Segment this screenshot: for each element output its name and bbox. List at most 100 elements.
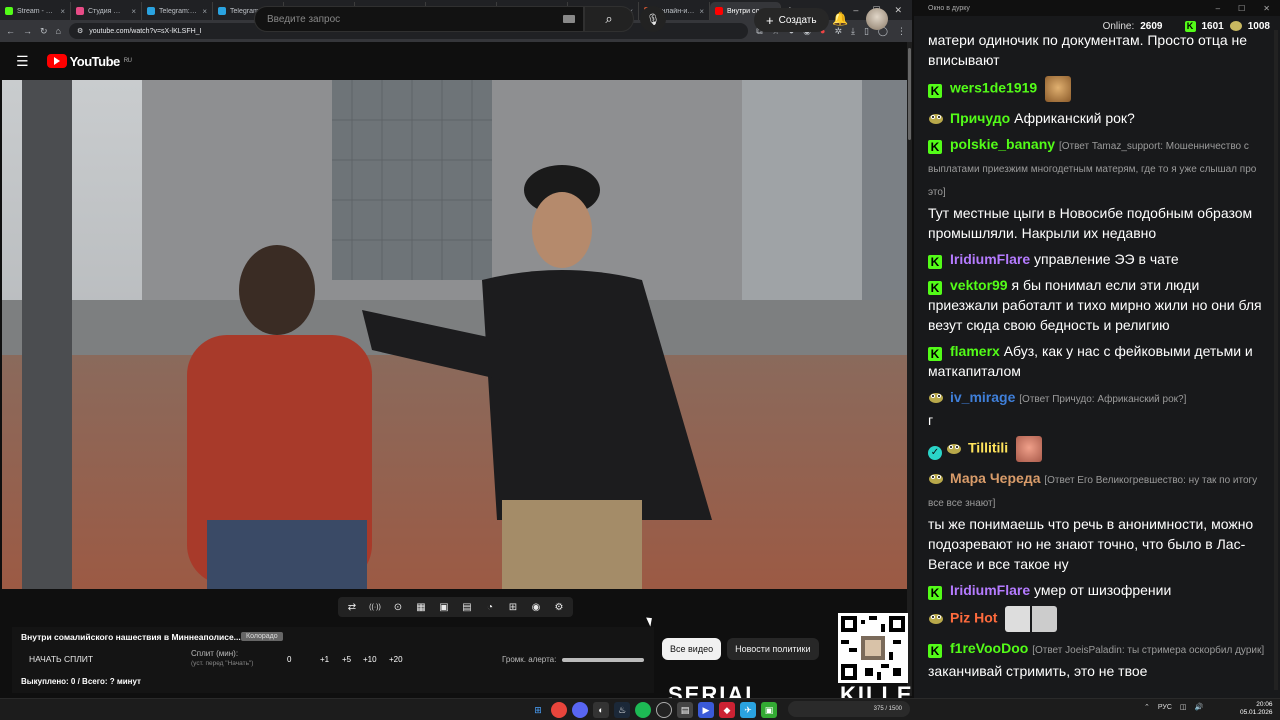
chrome-icon[interactable] bbox=[551, 702, 567, 718]
repeat-icon[interactable]: ⇄ bbox=[344, 600, 360, 614]
avatar[interactable] bbox=[866, 8, 888, 30]
forward-icon[interactable]: → bbox=[23, 26, 32, 36]
tab-close-icon[interactable]: × bbox=[131, 7, 136, 16]
tab-close-icon[interactable]: × bbox=[202, 7, 207, 16]
voice-search-button[interactable]: 🎙 bbox=[640, 6, 666, 32]
chat-username[interactable]: iv_mirage bbox=[950, 389, 1015, 405]
puzzle-icon[interactable]: ✲ bbox=[834, 26, 842, 37]
speed-icon[interactable]: ◔ bbox=[482, 600, 498, 614]
notifications-bell-icon[interactable]: 🔔 bbox=[832, 11, 848, 27]
chip-all-videos[interactable]: Все видео bbox=[662, 638, 722, 660]
scrollbar-thumb[interactable] bbox=[908, 48, 911, 140]
chat-message: Piz Hot bbox=[928, 606, 1272, 632]
app-icon[interactable]: ◐ bbox=[593, 702, 609, 718]
tab-close-icon[interactable]: × bbox=[699, 7, 704, 16]
increment-1-button[interactable]: +1 bbox=[320, 655, 329, 664]
chat-message: Мара Череда [Ответ Его Великогревшество:… bbox=[928, 468, 1272, 574]
search-button[interactable]: ⌕ bbox=[584, 6, 634, 32]
chat-username[interactable]: flamerx bbox=[950, 343, 1000, 359]
youtube-play-icon bbox=[46, 54, 67, 68]
chat-username[interactable]: f1reVooDoo bbox=[950, 640, 1028, 656]
kick-badge-icon: K bbox=[928, 255, 942, 269]
broadcast-icon[interactable]: ((·)) bbox=[367, 600, 383, 614]
chat-username[interactable]: Причудо bbox=[950, 110, 1010, 126]
keyboard-icon[interactable] bbox=[563, 15, 575, 23]
chat-username[interactable]: IridiumFlare bbox=[950, 582, 1030, 598]
obs-icon[interactable] bbox=[656, 702, 672, 718]
split-label: Сплит (мин): bbox=[191, 649, 239, 658]
volume-icon[interactable]: 🔊 bbox=[1195, 703, 1204, 711]
home-icon[interactable]: ⌂ bbox=[56, 26, 61, 36]
chat-message: K IridiumFlare умер от шизофрении bbox=[928, 580, 1272, 600]
gear-icon[interactable]: ⚙ bbox=[551, 600, 567, 614]
alert-volume-slider[interactable] bbox=[562, 658, 644, 662]
split-panel: Внутри сомалийского нашествия в Миннеапо… bbox=[12, 627, 654, 693]
tab-close-icon[interactable]: × bbox=[60, 7, 65, 16]
reload-icon[interactable]: ↻ bbox=[40, 26, 48, 37]
app-red-icon[interactable]: ◆ bbox=[719, 702, 735, 718]
search-input[interactable]: Введите запрос bbox=[254, 6, 584, 32]
pip-icon[interactable]: ▣ bbox=[436, 600, 452, 614]
language-indicator[interactable]: РУС bbox=[1158, 704, 1172, 711]
audio-app-icon[interactable]: ▤ bbox=[677, 702, 693, 718]
spotify-icon[interactable] bbox=[635, 702, 651, 718]
chat-username[interactable]: polskie_banany bbox=[950, 136, 1055, 152]
create-label: Создать bbox=[778, 14, 817, 26]
site-info-icon[interactable]: ⚙ bbox=[77, 27, 83, 35]
windows-start-icon[interactable]: ⊞ bbox=[530, 702, 546, 718]
menu-kebab-icon[interactable]: ⋮ bbox=[897, 26, 906, 37]
network-icon[interactable]: ◫ bbox=[1180, 703, 1187, 711]
page-scrollbar[interactable] bbox=[907, 42, 912, 696]
browser-tab[interactable]: Telegram: Vie× bbox=[142, 2, 213, 20]
chat-scrollbar[interactable] bbox=[1274, 30, 1278, 690]
sidebar-icon[interactable]: ▯ bbox=[864, 26, 869, 37]
chip-politics-news[interactable]: Новости политики bbox=[727, 638, 819, 660]
browser-tab[interactable]: Студия — Vk × bbox=[71, 2, 142, 20]
steam-icon[interactable]: ♨ bbox=[614, 702, 630, 718]
start-split-button[interactable]: НАЧАТЬ СПЛИТ bbox=[29, 654, 93, 664]
media-player-icon[interactable]: ▶ bbox=[698, 702, 714, 718]
minimize-icon[interactable]: – bbox=[853, 5, 858, 16]
chat-username[interactable]: Piz Hot bbox=[950, 610, 997, 626]
chat-username[interactable]: IridiumFlare bbox=[950, 251, 1030, 267]
film-icon[interactable]: ▤ bbox=[459, 600, 475, 614]
plus-icon: + bbox=[766, 12, 774, 28]
minimize-icon[interactable]: – bbox=[1216, 4, 1220, 13]
tab-favicon-icon bbox=[76, 7, 84, 15]
add-icon[interactable]: ⊞ bbox=[505, 600, 521, 614]
chat-username[interactable]: Tillitili bbox=[968, 440, 1008, 456]
sold-summary: Выкуплено: 0 / Всего: ? минут bbox=[21, 677, 141, 686]
tab-favicon-icon bbox=[715, 7, 723, 15]
chat-username[interactable]: wers1de1919 bbox=[950, 80, 1037, 96]
pepe-badge-icon bbox=[946, 440, 962, 454]
maximize-icon[interactable]: ☐ bbox=[1238, 4, 1245, 13]
close-icon[interactable]: ✕ bbox=[1263, 4, 1270, 13]
video-player[interactable] bbox=[2, 80, 907, 589]
telegram-icon[interactable]: ✈ bbox=[740, 702, 756, 718]
back-icon[interactable]: ← bbox=[6, 26, 15, 36]
clock[interactable]: 20:06 05.01.2026 bbox=[1240, 701, 1273, 717]
clapper-icon[interactable]: ▦ bbox=[413, 600, 429, 614]
camera-icon[interactable]: ◉ bbox=[528, 600, 544, 614]
chat-username[interactable]: Мара Череда bbox=[950, 470, 1040, 486]
kick-badge-icon: K bbox=[928, 586, 942, 600]
increment-5-button[interactable]: +5 bbox=[342, 655, 351, 664]
browser-tab[interactable]: Stream - Kick × bbox=[0, 2, 71, 20]
youtube-logo[interactable]: YouTube RU bbox=[46, 54, 132, 69]
qr-code bbox=[838, 613, 908, 683]
download-icon[interactable]: ⤓ bbox=[851, 26, 855, 37]
qr-code-image bbox=[841, 616, 905, 680]
app-green-icon[interactable]: ▣ bbox=[761, 702, 777, 718]
live-icon[interactable]: ⊙ bbox=[390, 600, 406, 614]
increment-10-button[interactable]: +10 bbox=[363, 655, 377, 664]
hamburger-icon[interactable]: ☰ bbox=[16, 53, 29, 70]
chat-message: Причудо Африканский рок? bbox=[928, 108, 1272, 128]
chat-username[interactable]: vektor99 bbox=[950, 277, 1008, 293]
close-icon[interactable]: ✕ bbox=[894, 5, 902, 16]
chat-reply-quote: [Ответ Причудо: Африканский рок?] bbox=[1019, 394, 1187, 405]
increment-20-button[interactable]: +20 bbox=[389, 655, 403, 664]
discord-icon[interactable] bbox=[572, 702, 588, 718]
tab-favicon-icon bbox=[218, 7, 226, 15]
create-button[interactable]: + Создать bbox=[754, 8, 829, 32]
tray-chevron-icon[interactable]: ⌃ bbox=[1144, 703, 1150, 711]
